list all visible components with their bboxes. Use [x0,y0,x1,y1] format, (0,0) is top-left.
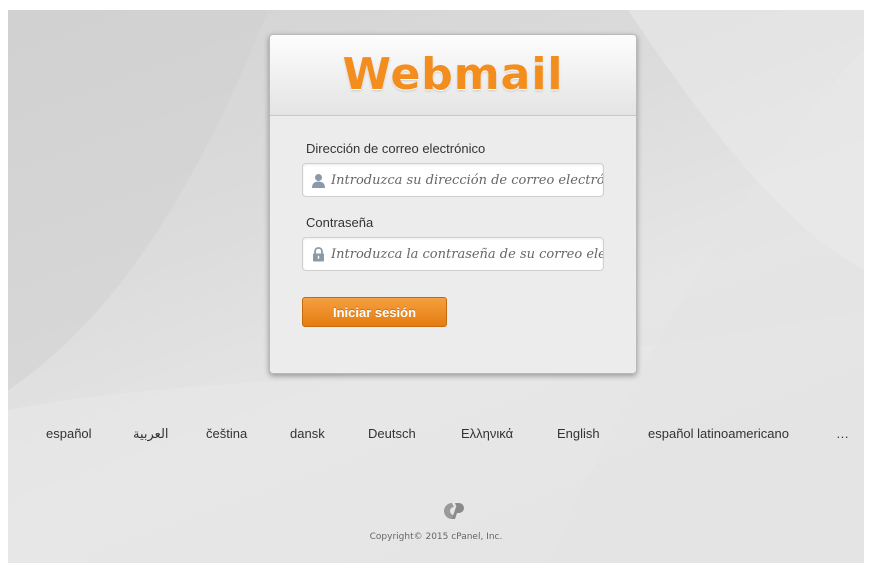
email-field[interactable] [331,164,603,196]
lock-icon [313,247,324,262]
language-link[interactable]: dansk [290,426,325,441]
login-card: Webmail Dirección de correo electrónico … [269,34,637,374]
webmail-logo: Webmail [342,49,564,100]
language-link[interactable]: Deutsch [368,426,416,441]
password-label: Contraseña [306,215,374,230]
language-bar: español العربية čeština dansk Deutsch Ελ… [8,426,864,450]
email-field-container [302,163,604,197]
language-link[interactable]: Ελληνικά [461,426,513,441]
language-link[interactable]: español latinoamericano [648,426,789,441]
password-field[interactable] [331,238,603,270]
copyright-text: Copyright© 2015 cPanel, Inc. [369,532,503,542]
language-link[interactable]: čeština [206,426,247,441]
card-header: Webmail [270,35,636,116]
password-field-container [302,237,604,271]
login-button[interactable]: Iniciar sesión [302,297,447,327]
language-link[interactable]: English [557,426,600,441]
language-link[interactable]: español [46,426,92,441]
user-icon [312,174,325,188]
more-languages-button[interactable]: … [836,426,849,441]
language-link[interactable]: العربية [133,426,169,442]
email-label: Dirección de correo electrónico [306,141,486,156]
cpanel-logo-icon [444,503,464,519]
login-page: Webmail Dirección de correo electrónico … [8,10,864,563]
